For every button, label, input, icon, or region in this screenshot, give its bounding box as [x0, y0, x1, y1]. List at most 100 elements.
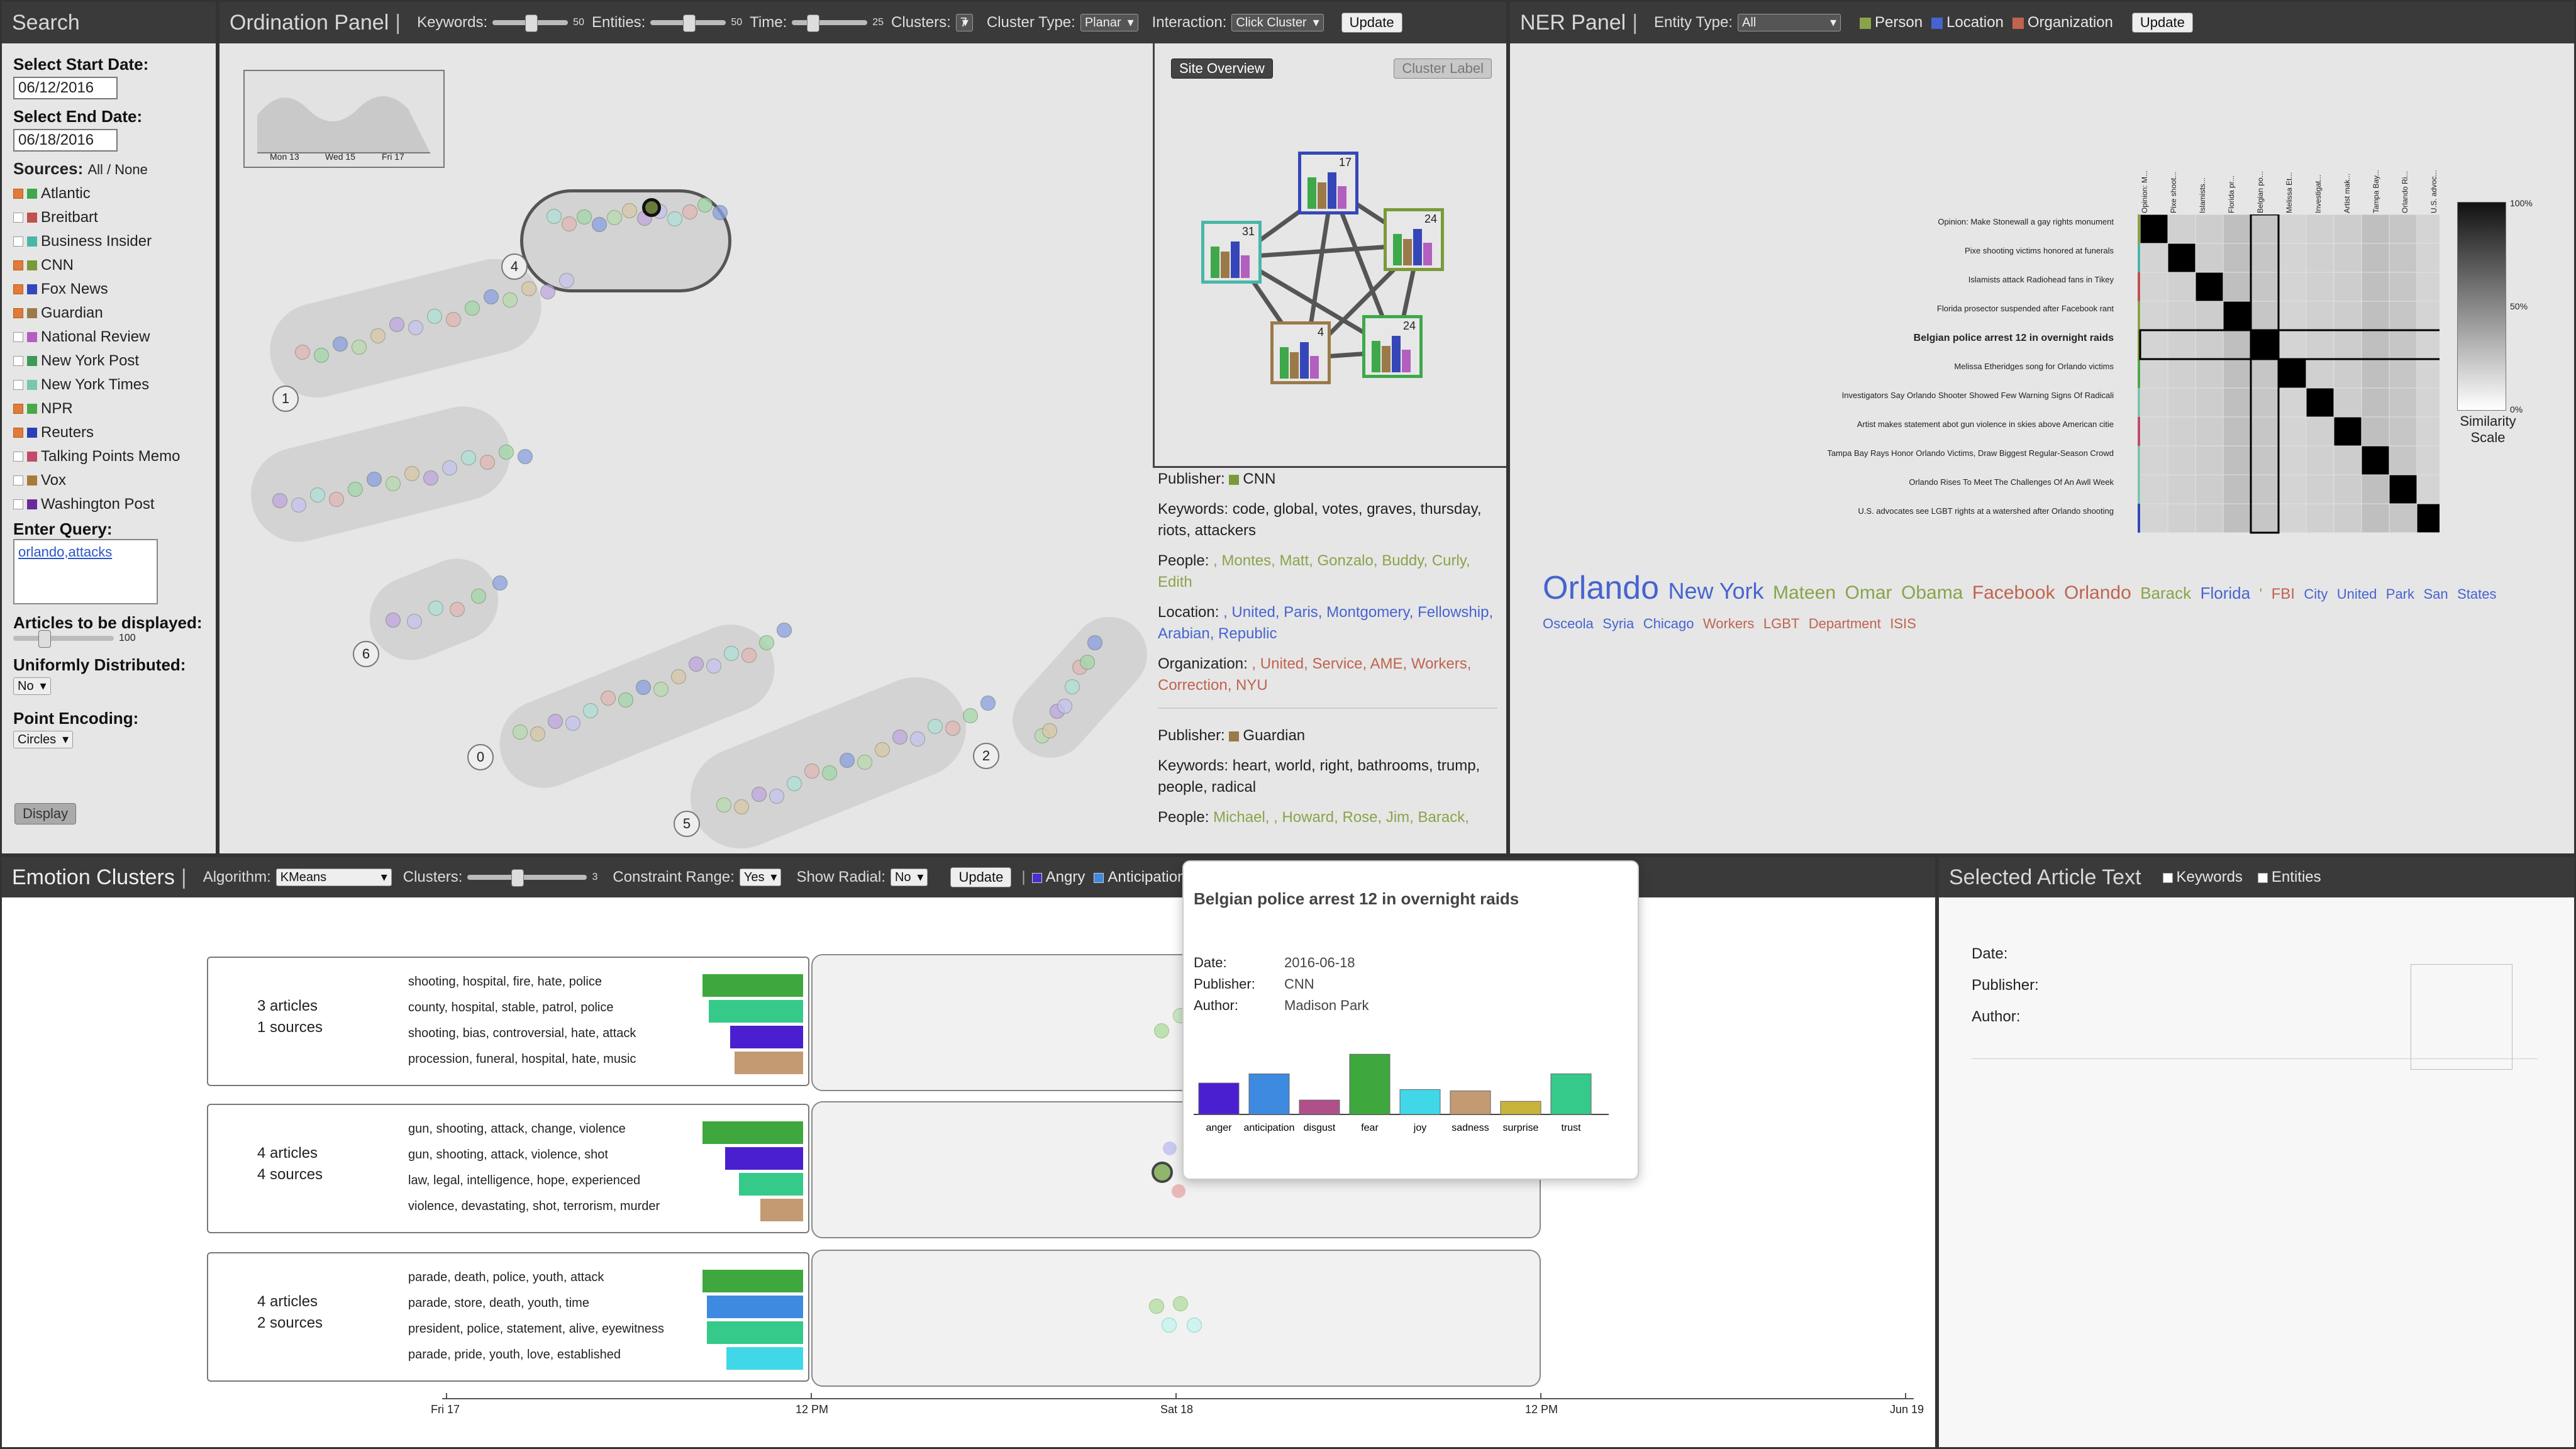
- heatmap-row-label[interactable]: U.S. advocates see LGBT rights at a wate…: [1858, 506, 2114, 516]
- article-point[interactable]: [427, 309, 442, 324]
- article-point[interactable]: [540, 284, 555, 299]
- heatmap-cell[interactable]: [2361, 387, 2390, 418]
- source-item[interactable]: NPR: [13, 400, 209, 418]
- source-checkbox[interactable]: [13, 189, 23, 199]
- site-node[interactable]: 24: [1384, 208, 1444, 271]
- article-point[interactable]: [787, 776, 802, 791]
- article-point[interactable]: [607, 210, 622, 225]
- heatmap-cell[interactable]: [2167, 358, 2196, 389]
- heatmap-cell[interactable]: [2361, 214, 2390, 244]
- article-point[interactable]: [518, 449, 533, 464]
- algorithm-select[interactable]: KMeans: [275, 869, 392, 886]
- ner-update-button[interactable]: Update: [2131, 13, 2193, 33]
- article-point[interactable]: [559, 273, 574, 288]
- heatmap-cell[interactable]: [2140, 272, 2168, 302]
- heatmap-row-label[interactable]: Investigators Say Orlando Shooter Showed…: [1842, 391, 2114, 400]
- emotion-clusters-slider[interactable]: [467, 869, 587, 887]
- source-checkbox[interactable]: [13, 356, 23, 366]
- source-checkbox[interactable]: [13, 308, 23, 318]
- heatmap-cell[interactable]: [2389, 474, 2418, 504]
- heatmap-cell[interactable]: [2361, 243, 2390, 273]
- sources-all-none-link[interactable]: All / None: [88, 162, 148, 177]
- article-point[interactable]: [741, 648, 757, 663]
- article-point[interactable]: [367, 472, 382, 487]
- site-node[interactable]: 31: [1201, 221, 1262, 284]
- article-point[interactable]: [389, 317, 404, 332]
- article-point[interactable]: [329, 492, 344, 507]
- article-point[interactable]: [945, 721, 960, 736]
- article-point[interactable]: [1065, 679, 1080, 694]
- articles-slider-knob[interactable]: [38, 630, 51, 648]
- site-node[interactable]: 17: [1298, 152, 1358, 214]
- emotion-cluster-card[interactable]: 3 articles 1 sources shooting, hospital, f…: [207, 957, 809, 1086]
- article-point[interactable]: [465, 301, 480, 316]
- heatmap-cell[interactable]: [2306, 243, 2334, 273]
- emotion-bar[interactable]: [730, 1026, 803, 1048]
- heatmap-row-label[interactable]: Florida prosector suspended after Facebo…: [1937, 304, 2114, 313]
- emotion-bar[interactable]: [735, 1052, 803, 1074]
- heatmap-cell[interactable]: [2389, 503, 2418, 533]
- heatmap-cell[interactable]: [2416, 503, 2440, 533]
- emotion-bar[interactable]: [725, 1147, 803, 1170]
- article-point[interactable]: [499, 445, 514, 460]
- heatmap-cell[interactable]: [2416, 387, 2440, 418]
- cloud-word[interactable]: City: [2304, 586, 2328, 602]
- heatmap-cell[interactable]: [2306, 387, 2334, 418]
- heatmap-cell[interactable]: [2195, 272, 2224, 302]
- heatmap-cell[interactable]: [2361, 474, 2390, 504]
- heatmap-cell[interactable]: [2195, 387, 2224, 418]
- cloud-word[interactable]: Park: [2386, 586, 2414, 602]
- heatmap-cell[interactable]: [2195, 416, 2224, 447]
- article-point[interactable]: [734, 799, 749, 814]
- source-checkbox[interactable]: [13, 332, 23, 342]
- source-checkbox[interactable]: [13, 260, 23, 270]
- article-point[interactable]: [502, 292, 518, 308]
- article-point[interactable]: [480, 455, 495, 470]
- cluster-time-track[interactable]: [811, 1250, 1541, 1387]
- article-point[interactable]: [804, 763, 819, 779]
- heatmap-cell[interactable]: [2361, 445, 2390, 475]
- article-point[interactable]: [892, 730, 908, 745]
- emotion-cluster-card[interactable]: 4 articles 4 sources gun, shooting, attack…: [207, 1104, 809, 1233]
- heatmap-cell[interactable]: [2361, 301, 2390, 331]
- heatmap-cell[interactable]: [2306, 272, 2334, 302]
- heatmap-cell[interactable]: [2140, 214, 2168, 244]
- source-checkbox[interactable]: [13, 213, 23, 223]
- article-point[interactable]: [530, 726, 545, 741]
- heatmap-cell[interactable]: [2389, 243, 2418, 273]
- emotion-cluster-card[interactable]: 4 articles 2 sources parade, death, police…: [207, 1252, 809, 1382]
- cloud-word[interactable]: New York: [1668, 578, 1763, 604]
- heatmap-cell[interactable]: [2250, 503, 2279, 533]
- article-point[interactable]: [1087, 635, 1102, 650]
- source-checkbox[interactable]: [13, 236, 23, 247]
- heatmap-cell[interactable]: [2250, 330, 2279, 360]
- heatmap-cell[interactable]: [2195, 503, 2224, 533]
- source-item[interactable]: Breitbart: [13, 209, 209, 226]
- heatmap-cell[interactable]: [2416, 445, 2440, 475]
- track-point[interactable]: [1187, 1318, 1202, 1333]
- heatmap-cell[interactable]: [2167, 301, 2196, 331]
- time-slider[interactable]: [792, 14, 868, 32]
- heatmap-cell[interactable]: [2306, 214, 2334, 244]
- source-checkbox[interactable]: [13, 284, 23, 294]
- heatmap-cell[interactable]: [2333, 416, 2362, 447]
- article-point[interactable]: [272, 493, 287, 508]
- article-point[interactable]: [442, 460, 457, 475]
- heatmap-cell[interactable]: [2167, 474, 2196, 504]
- heatmap-column-head[interactable]: Artist mak...: [2343, 155, 2351, 213]
- legend-organization[interactable]: Organization: [2012, 14, 2113, 31]
- heatmap-cell[interactable]: [2416, 330, 2440, 360]
- heatmap-cell[interactable]: [2223, 358, 2251, 389]
- anticipation-checkbox[interactable]: [1094, 872, 1104, 883]
- source-item[interactable]: Washington Post: [13, 496, 209, 513]
- cloud-word[interactable]: United: [2337, 586, 2377, 602]
- heatmap-cell[interactable]: [2333, 503, 2362, 533]
- article-point[interactable]: [386, 476, 401, 491]
- article-point[interactable]: [577, 209, 592, 225]
- cluster-hull-3[interactable]: [241, 396, 520, 552]
- heatmap-cell[interactable]: [2416, 416, 2440, 447]
- heatmap-cell[interactable]: [2223, 503, 2251, 533]
- heatmap-row-label[interactable]: Artist makes statement abot gun violence…: [1857, 419, 2114, 429]
- heatmap-cell[interactable]: [2333, 387, 2362, 418]
- heatmap-cell[interactable]: [2140, 301, 2168, 331]
